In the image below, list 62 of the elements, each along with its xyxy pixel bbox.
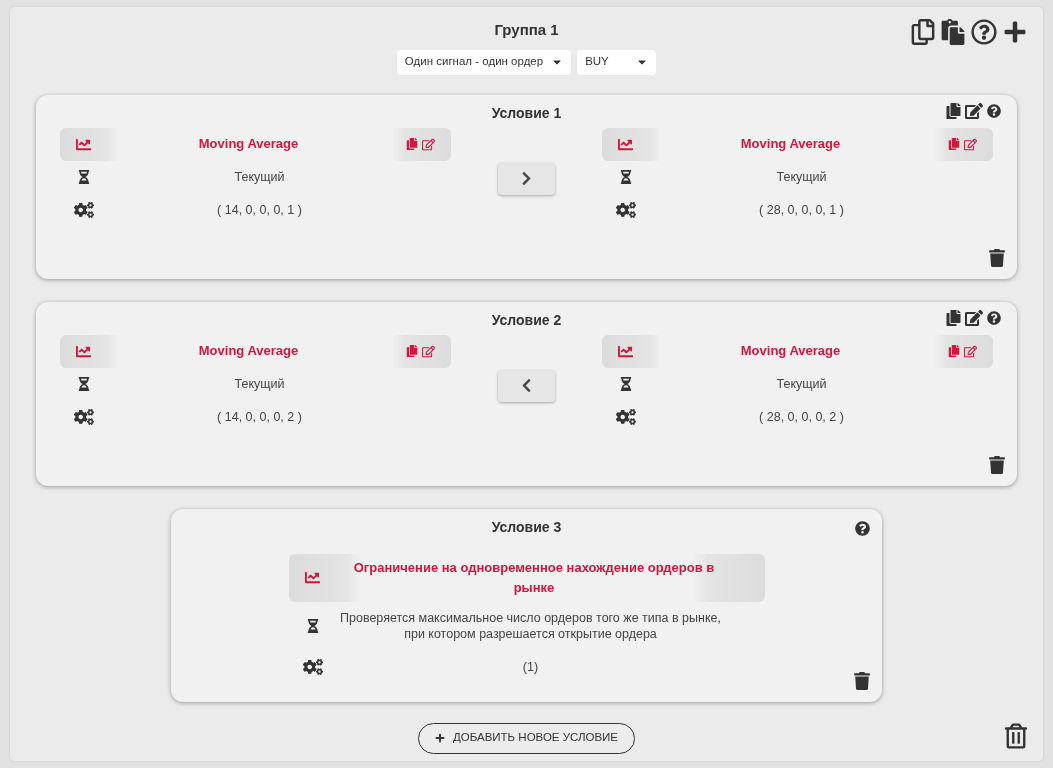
period-text: Текущий [233,375,286,392]
indicator-name: Ограничение на одновременное нахождение ордеров в рынке [352,558,716,597]
chevron-left-icon [520,378,533,393]
help-icon[interactable] [987,310,1001,325]
trash-icon[interactable] [989,455,1005,474]
copy-icon[interactable] [911,19,935,45]
add-condition-button[interactable]: ДОБАВИТЬ НОВОЕ УСЛОВИЕ [417,722,636,754]
paste-icon[interactable] [941,19,965,45]
edit-icon[interactable] [965,102,983,119]
parameters-text: ( 28, 0, 0, 0, 1 ) [758,201,845,219]
period-text: Текущий [775,168,828,185]
help-icon[interactable] [971,19,997,45]
indicator-header[interactable]: Moving Average [60,127,451,161]
add-icon[interactable] [1003,20,1027,44]
hourglass-icon [620,376,632,391]
parameters-text: ( 14, 0, 0, 0, 2 ) [216,408,303,426]
operator-button[interactable] [498,162,555,195]
indicator-name: Moving Average [739,342,842,360]
help-icon[interactable] [855,520,870,536]
condition-title: Условие 3 [491,517,562,537]
parameters-text: ( 14, 0, 0, 0, 1 ) [216,201,303,219]
indicator-header[interactable]: Moving Average [60,334,451,368]
trash-icon[interactable] [1005,723,1027,749]
help-icon[interactable] [987,103,1001,118]
indicator-name: Moving Average [739,135,842,153]
indicator-name: Moving Average [197,342,300,360]
parameters-text: ( 28, 0, 0, 0, 2 ) [758,408,845,426]
trash-icon[interactable] [989,248,1005,267]
indicator-header[interactable]: Moving Average [602,127,993,161]
edit-icon[interactable] [965,309,983,326]
condition-title: Условие 2 [491,310,562,330]
select-field[interactable]: Один сигнал - один ордер [396,49,572,75]
plus-icon [434,733,445,743]
chart-line-icon[interactable] [76,343,91,359]
condition-title: Условие 1 [491,103,562,123]
indicator-header[interactable]: Moving Average [602,334,993,368]
hourglass-icon [78,169,90,184]
chevron-right-icon [520,171,533,186]
gears-icon[interactable] [74,201,94,218]
period-text: Проверяется максимальное число ордеров того же типа в рынке, при котором разрешается открытие ордера [339,609,722,642]
indicator-header[interactable]: Ограничение на одновременное нахождение ордеров в рынке [288,553,765,602]
hourglass-icon [620,169,632,184]
operator-button[interactable] [498,369,555,402]
gears-icon[interactable] [74,408,94,425]
period-text: Текущий [775,375,828,392]
gears-icon[interactable] [302,658,323,675]
select-field[interactable]: BUY [577,49,657,75]
chart-line-icon[interactable] [618,136,633,152]
group-title: Группа 1 [494,20,559,40]
trash-icon[interactable] [854,671,870,690]
parameters-text: (1) [521,658,540,676]
hourglass-icon [78,376,90,391]
copy-icon[interactable] [946,309,961,326]
indicator-name: Moving Average [197,135,300,153]
gears-icon[interactable] [616,201,636,218]
copy-icon[interactable] [946,102,961,119]
chart-line-icon[interactable] [304,570,320,585]
period-text: Текущий [233,168,286,185]
chart-line-icon[interactable] [618,343,633,359]
gears-icon[interactable] [616,408,636,425]
chart-line-icon[interactable] [76,136,91,152]
hourglass-icon [306,618,319,633]
